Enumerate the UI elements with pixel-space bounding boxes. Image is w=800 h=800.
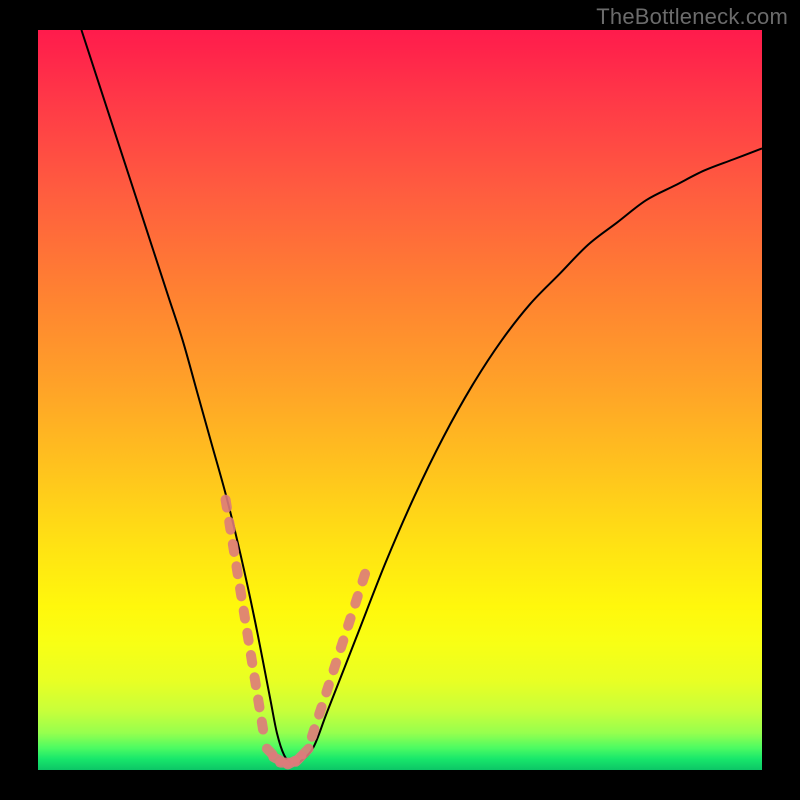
highlight-dots-right-seg xyxy=(327,656,342,676)
highlight-dots-left-seg xyxy=(238,605,251,624)
highlight-dots-left-seg xyxy=(242,627,255,646)
highlight-dots-right-seg xyxy=(349,590,364,610)
watermark: TheBottleneck.com xyxy=(596,4,788,30)
highlight-dots-left-seg xyxy=(252,694,265,713)
highlight-dots-left-seg xyxy=(223,516,236,535)
highlight-dots-right-seg xyxy=(335,634,350,654)
chart-frame: TheBottleneck.com xyxy=(0,0,800,800)
highlight-dots-left-seg xyxy=(249,672,262,691)
highlight-dots-left-seg xyxy=(256,716,269,735)
chart-svg xyxy=(38,30,762,770)
highlight-dots-right-seg xyxy=(342,612,357,632)
bottleneck-curve xyxy=(81,30,762,764)
highlight-dots-right-seg xyxy=(356,567,371,587)
highlight-dots-left-seg xyxy=(220,494,233,513)
highlight-dots-left-seg xyxy=(234,583,247,602)
plot-area xyxy=(38,30,762,770)
highlight-dots-left-seg xyxy=(245,649,258,668)
